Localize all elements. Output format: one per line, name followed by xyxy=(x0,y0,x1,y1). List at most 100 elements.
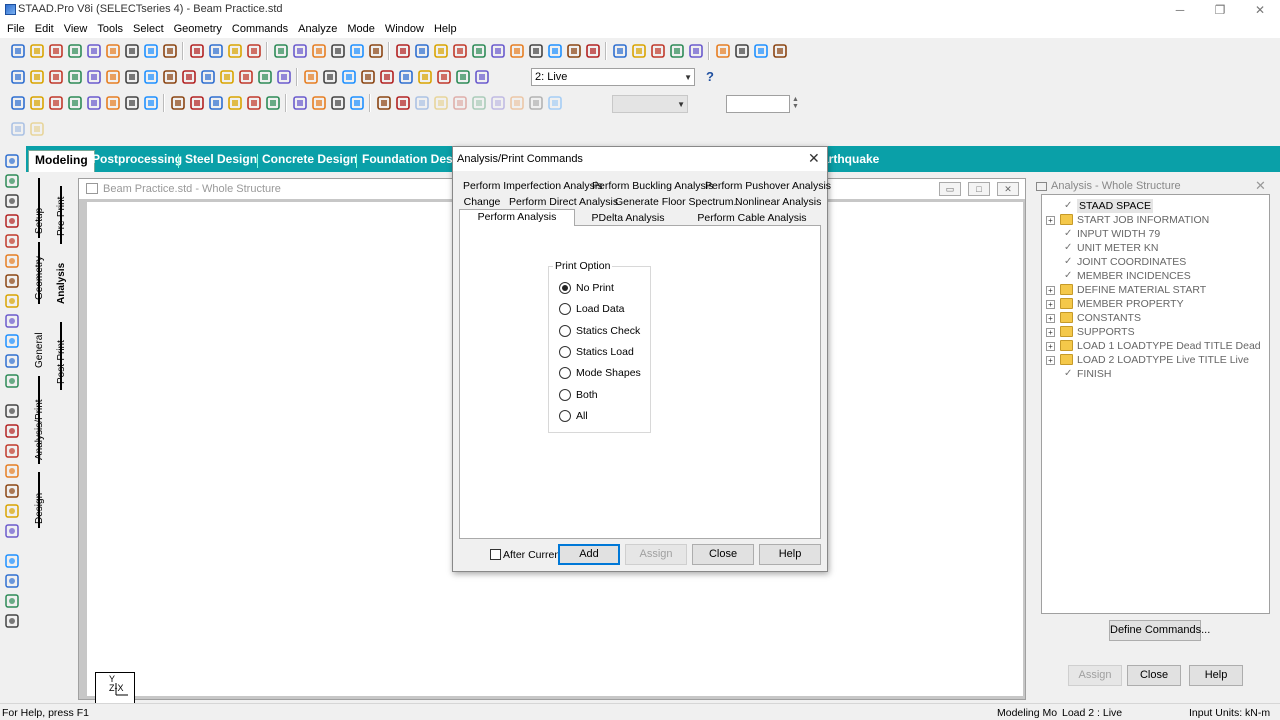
menu-help[interactable]: Help xyxy=(429,23,462,35)
toolbar-tool-icon[interactable] xyxy=(124,69,140,85)
toolbar-tool-icon[interactable] xyxy=(311,43,327,59)
toolbar-tool-icon[interactable] xyxy=(490,43,506,59)
toolbar-tool-icon[interactable] xyxy=(330,43,346,59)
toolbar-tool-icon[interactable] xyxy=(67,69,83,85)
toolbar-tool-icon[interactable] xyxy=(143,43,159,59)
menu-tools[interactable]: Tools xyxy=(92,23,128,35)
toolbar-tool-icon[interactable] xyxy=(395,43,411,59)
toolbar-tool-icon[interactable] xyxy=(509,95,525,111)
toolbar-tool-icon[interactable] xyxy=(376,95,392,111)
toolbar-tool-icon[interactable] xyxy=(143,95,159,111)
restore-button[interactable]: ❐ xyxy=(1200,0,1240,20)
toolbar-tool-icon[interactable] xyxy=(292,95,308,111)
tab-perform-pushover-analysis[interactable]: Perform Pushover Analysis xyxy=(705,179,831,195)
command-tree[interactable]: ✓ STAAD SPACE + START JOB INFORMATION ✓ INPUT… xyxy=(1041,194,1270,614)
toolbar-tool-icon[interactable] xyxy=(669,43,685,59)
menu-window[interactable]: Window xyxy=(380,23,429,35)
toolbar-tool-icon[interactable] xyxy=(162,69,178,85)
tree-node[interactable]: + LOAD 2 LOADTYPE Live TITLE Live xyxy=(1042,353,1269,367)
cursor-tool-icon[interactable] xyxy=(5,574,19,588)
after-current-checkbox[interactable] xyxy=(490,549,501,560)
toolbar-tool-icon[interactable] xyxy=(181,69,197,85)
toolbar-tool-icon[interactable] xyxy=(490,95,506,111)
close-window-button[interactable]: ✕ xyxy=(1240,0,1280,20)
cursor-tool-icon[interactable] xyxy=(5,484,19,498)
toolbar-tool-icon[interactable] xyxy=(436,69,452,85)
toolbar-tool-icon[interactable] xyxy=(368,43,384,59)
view-maximize-button[interactable]: □ xyxy=(968,182,990,196)
toolbar-tool-icon[interactable] xyxy=(124,43,140,59)
cursor-tool-icon[interactable] xyxy=(5,594,19,608)
cursor-tool-icon[interactable] xyxy=(5,334,19,348)
tree-node[interactable]: ✓ MEMBER INCIDENCES xyxy=(1042,269,1269,283)
cursor-tool-icon[interactable] xyxy=(5,444,19,458)
cursor-tool-icon[interactable] xyxy=(5,524,19,538)
toolbar-tool-icon[interactable] xyxy=(379,69,395,85)
cursor-tool-icon[interactable] xyxy=(5,554,19,568)
disabled-combo[interactable]: ▼ xyxy=(612,95,688,113)
toolbar-tool-icon[interactable] xyxy=(86,69,102,85)
cursor-tool-icon[interactable] xyxy=(5,464,19,478)
cursor-tool-icon[interactable] xyxy=(5,234,19,248)
toolbar-tool-icon[interactable] xyxy=(170,95,186,111)
subtab-pre-print[interactable]: Pre-Print xyxy=(56,188,67,236)
toolbar-tool-icon[interactable] xyxy=(452,95,468,111)
toolbar-tool-icon[interactable] xyxy=(330,95,346,111)
toolbar-tool-icon[interactable] xyxy=(772,43,788,59)
toolbar-tool-icon[interactable] xyxy=(29,43,45,59)
toolbar-tool-icon[interactable] xyxy=(566,43,582,59)
help-icon[interactable]: ? xyxy=(706,69,720,85)
toolbar-tool-icon[interactable] xyxy=(29,121,45,137)
toolbar-tool-icon[interactable] xyxy=(143,69,159,85)
tree-node[interactable]: + START JOB INFORMATION xyxy=(1042,213,1269,227)
expand-icon[interactable]: + xyxy=(1046,216,1055,225)
tab-generate-floor-spectrum[interactable]: Generate Floor Spectrum... xyxy=(615,195,742,211)
toolbar-tool-icon[interactable] xyxy=(105,69,121,85)
view-close-button[interactable]: ✕ xyxy=(997,182,1019,196)
expand-icon[interactable]: + xyxy=(1046,286,1055,295)
toolbar-tool-icon[interactable] xyxy=(10,43,26,59)
toolbar-tool-icon[interactable] xyxy=(322,69,338,85)
tree-node[interactable]: ✓ FINISH xyxy=(1042,367,1269,381)
toolbar-tool-icon[interactable] xyxy=(474,69,490,85)
cursor-tool-icon[interactable] xyxy=(5,374,19,388)
menu-geometry[interactable]: Geometry xyxy=(169,23,227,35)
tree-node[interactable]: + MEMBER PROPERTY xyxy=(1042,297,1269,311)
menu-mode[interactable]: Mode xyxy=(342,23,380,35)
toolbar-tool-icon[interactable] xyxy=(162,43,178,59)
panel-close-button[interactable]: Close xyxy=(1127,665,1181,686)
toolbar-tool-icon[interactable] xyxy=(200,69,216,85)
tree-node[interactable]: ✓ UNIT METER KN xyxy=(1042,241,1269,255)
cursor-tool-icon[interactable] xyxy=(5,174,19,188)
toolbar-tool-icon[interactable] xyxy=(452,43,468,59)
tab-perform-imperfection-analysis[interactable]: Perform Imperfection Analysis xyxy=(463,179,602,195)
toolbar-tool-icon[interactable] xyxy=(715,43,731,59)
toolbar-tool-icon[interactable] xyxy=(753,43,769,59)
cursor-tool-icon[interactable] xyxy=(5,214,19,228)
toolbar-tool-icon[interactable] xyxy=(528,95,544,111)
tab-steel-design[interactable]: Steel Design xyxy=(179,150,263,172)
toolbar-tool-icon[interactable] xyxy=(48,95,64,111)
minimize-button[interactable]: ─ xyxy=(1160,0,1200,20)
value-input[interactable] xyxy=(726,95,790,113)
toolbar-tool-icon[interactable] xyxy=(547,43,563,59)
toolbar-tool-icon[interactable] xyxy=(417,69,433,85)
panel-help-button[interactable]: Help xyxy=(1189,665,1243,686)
subtab-geometry[interactable]: Geometry xyxy=(34,244,45,300)
tab-perform-buckling-analysis[interactable]: Perform Buckling Analysis xyxy=(592,179,713,195)
toolbar-tool-icon[interactable] xyxy=(547,95,563,111)
toolbar-tool-icon[interactable] xyxy=(10,95,26,111)
close-icon[interactable]: ✕ xyxy=(1255,178,1266,194)
toolbar-tool-icon[interactable] xyxy=(67,43,83,59)
subtab-analysis-print[interactable]: Analysis/Print xyxy=(34,380,45,460)
toolbar-tool-icon[interactable] xyxy=(471,95,487,111)
dialog-help-button[interactable]: Help xyxy=(759,544,821,565)
toolbar-tool-icon[interactable] xyxy=(433,43,449,59)
toolbar-tool-icon[interactable] xyxy=(105,95,121,111)
tab-postprocessing[interactable]: Postprocessing xyxy=(86,150,188,172)
cursor-tool-icon[interactable] xyxy=(5,194,19,208)
expand-icon[interactable]: + xyxy=(1046,328,1055,337)
menu-edit[interactable]: Edit xyxy=(30,23,59,35)
tab-foundation-design[interactable]: Foundation Desi xyxy=(356,150,462,172)
subtab-analysis[interactable]: Analysis xyxy=(56,256,67,304)
